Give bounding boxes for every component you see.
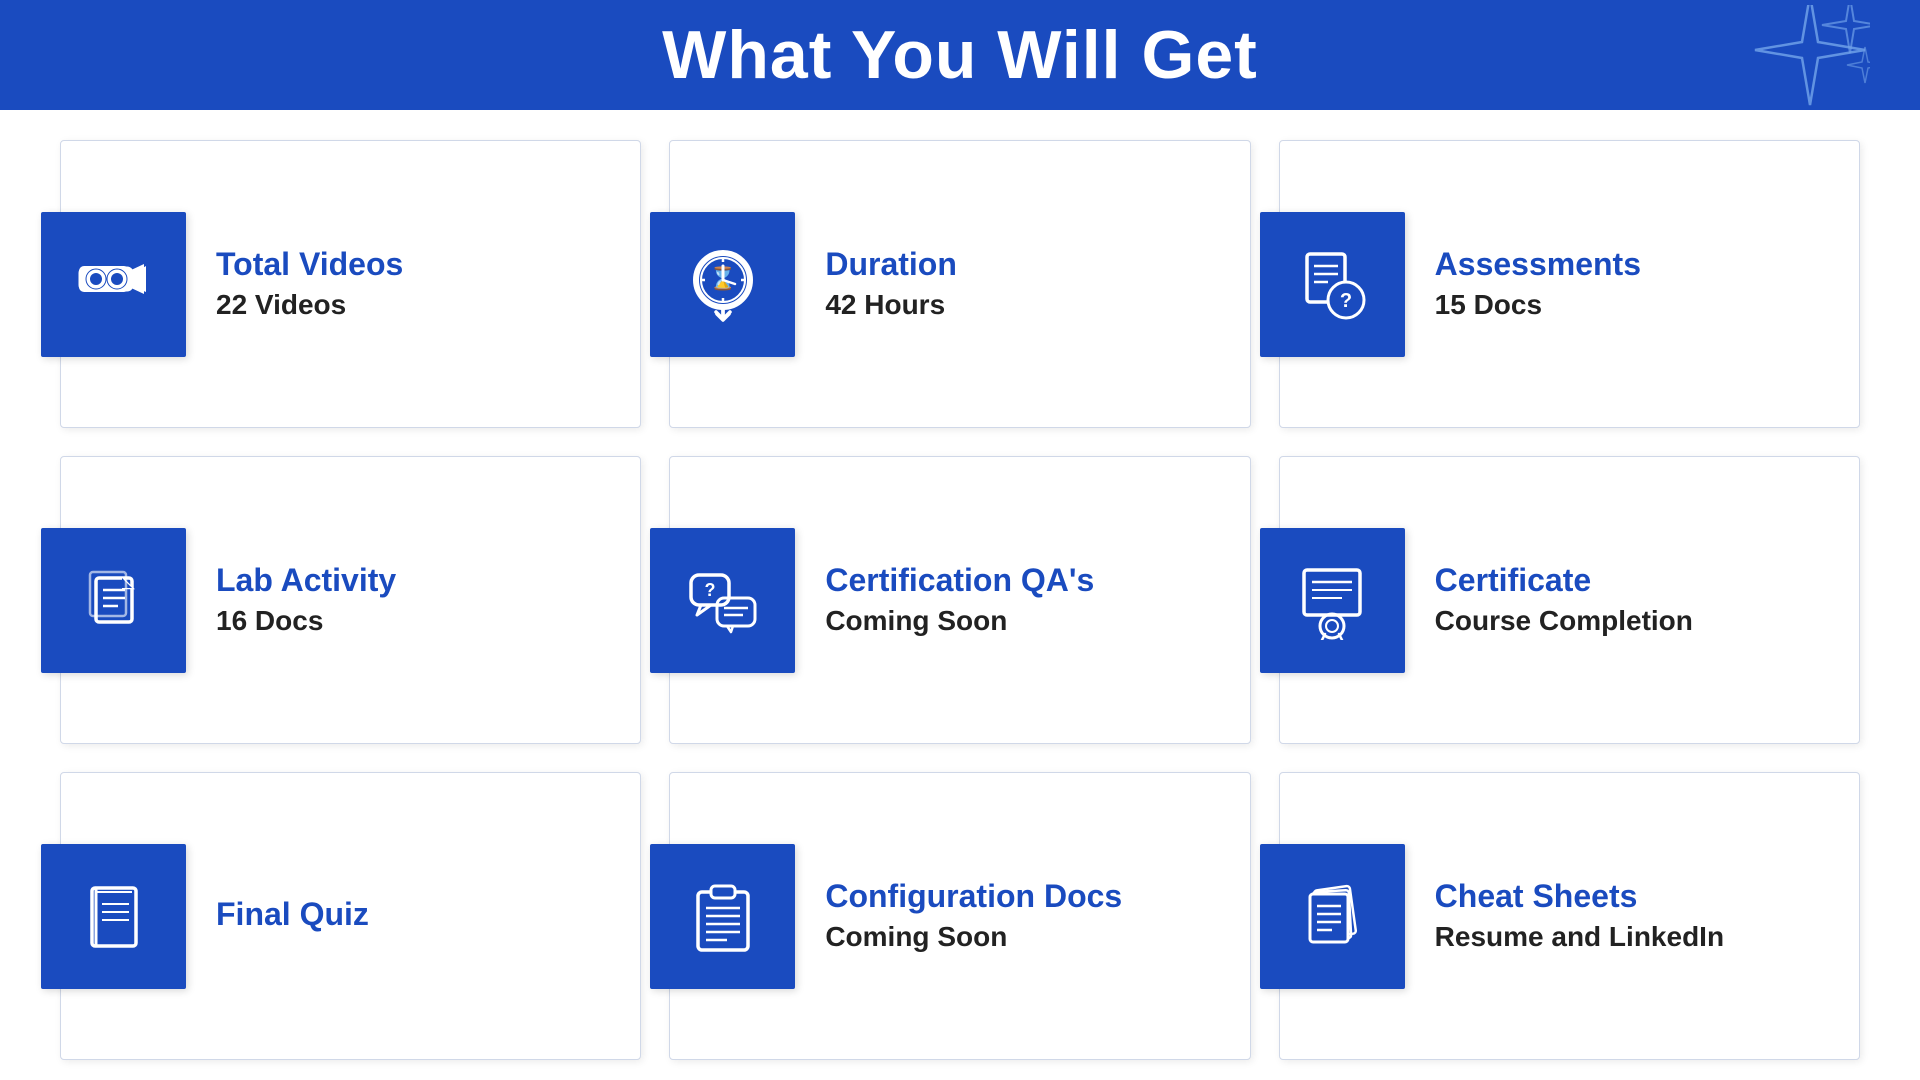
duration-title: Duration (825, 245, 957, 283)
cards-grid: Total Videos 22 Videos ⌛ (0, 110, 1920, 1080)
cheat-sheets-title: Cheat Sheets (1435, 877, 1724, 915)
certification-qa-icon-box: ? (650, 528, 795, 673)
lab-activity-text: Lab Activity 16 Docs (216, 561, 396, 640)
certification-qa-title: Certification QA's (825, 561, 1094, 599)
certification-qa-text: Certification QA's Coming Soon (825, 561, 1094, 640)
card-certificate: Certificate Course Completion (1279, 456, 1860, 744)
final-quiz-title: Final Quiz (216, 895, 369, 933)
book-icon (74, 876, 154, 956)
certificate-text: Certificate Course Completion (1435, 561, 1693, 640)
lab-activity-title: Lab Activity (216, 561, 396, 599)
lab-activity-icon-box (41, 528, 186, 673)
certificate-title: Certificate (1435, 561, 1693, 599)
lab-activity-subtitle: 16 Docs (216, 603, 396, 639)
total-videos-text: Total Videos 22 Videos (216, 245, 403, 324)
qa-icon: ? (683, 560, 763, 640)
card-total-videos: Total Videos 22 Videos (60, 140, 641, 428)
total-videos-icon-box (41, 212, 186, 357)
card-cheat-sheets: Cheat Sheets Resume and LinkedIn (1279, 772, 1860, 1060)
page-title: What You Will Get (662, 16, 1258, 94)
video-icon (74, 244, 154, 324)
certificate-subtitle: Course Completion (1435, 603, 1693, 639)
page-header: What You Will Get (0, 0, 1920, 110)
final-quiz-icon-box (41, 844, 186, 989)
configuration-docs-title: Configuration Docs (825, 877, 1122, 915)
total-videos-title: Total Videos (216, 245, 403, 283)
duration-subtitle: 42 Hours (825, 287, 957, 323)
configuration-docs-text: Configuration Docs Coming Soon (825, 877, 1122, 956)
assessments-subtitle: 15 Docs (1435, 287, 1641, 323)
svg-text:?: ? (704, 580, 715, 600)
configuration-docs-subtitle: Coming Soon (825, 919, 1122, 955)
certificate-icon (1292, 560, 1372, 640)
card-assessments: ? Assessments 15 Docs (1279, 140, 1860, 428)
cheat-sheets-icon-box (1260, 844, 1405, 989)
configuration-docs-icon-box (650, 844, 795, 989)
card-lab-activity: Lab Activity 16 Docs (60, 456, 641, 744)
duration-icon-box: ⌛ (650, 212, 795, 357)
card-duration: ⌛ (669, 140, 1250, 428)
assessments-title: Assessments (1435, 245, 1641, 283)
card-certification-qa: ? Certification QA's Coming Soon (669, 456, 1250, 744)
certificate-icon-box (1260, 528, 1405, 673)
lab-icon (74, 560, 154, 640)
cheat-sheets-text: Cheat Sheets Resume and LinkedIn (1435, 877, 1724, 956)
assessments-text: Assessments 15 Docs (1435, 245, 1641, 324)
clipboard-icon (683, 876, 763, 956)
cheat-sheets-subtitle: Resume and LinkedIn (1435, 919, 1724, 955)
sparkle-decoration (1710, 5, 1870, 115)
card-configuration-docs: Configuration Docs Coming Soon (669, 772, 1250, 1060)
final-quiz-text: Final Quiz (216, 895, 369, 937)
clock-icon: ⌛ (683, 244, 763, 324)
total-videos-subtitle: 22 Videos (216, 287, 403, 323)
svg-text:?: ? (1340, 290, 1352, 312)
duration-text: Duration 42 Hours (825, 245, 957, 324)
assessments-icon-box: ? (1260, 212, 1405, 357)
sheets-icon (1292, 876, 1372, 956)
card-final-quiz: Final Quiz (60, 772, 641, 1060)
certification-qa-subtitle: Coming Soon (825, 603, 1094, 639)
assessment-icon: ? (1292, 244, 1372, 324)
